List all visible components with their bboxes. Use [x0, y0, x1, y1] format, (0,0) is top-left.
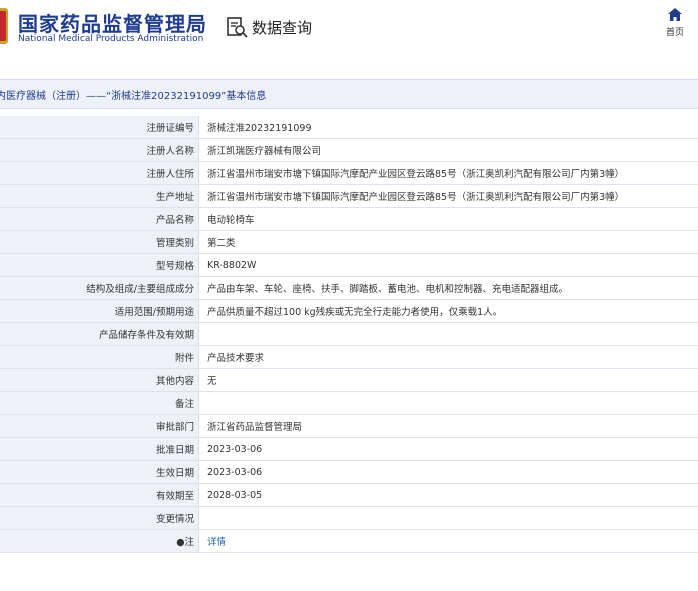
- details-link[interactable]: 详情: [207, 537, 226, 548]
- org-name-en[interactable]: National Medical Products Administration: [18, 34, 203, 44]
- field-value: 浙江省温州市瑞安市塘下镇国际汽摩配产业园区登云路85号（浙江奥凯利汽配有限公司厂…: [198, 184, 698, 208]
- device-info-table: 注册证编号 浙械注准20232191099 注册人名称 浙江凯瑞医疗器械有限公司 注册人…: [0, 116, 698, 553]
- field-label: 备注: [0, 391, 199, 415]
- table-row: ●注 详情: [0, 529, 698, 553]
- emblem-icon: [0, 8, 8, 44]
- site-header: 国家药品监督管理局 National Medical Products Admi…: [0, 0, 698, 60]
- field-label: 型号规格: [0, 253, 199, 277]
- table-row: 变更情况: [0, 506, 698, 530]
- field-value: 产品技术要求: [198, 345, 698, 369]
- table-row: 生效日期 2023-03-06: [0, 460, 698, 484]
- field-label: 变更情况: [0, 506, 199, 530]
- search-document-icon: [226, 16, 248, 38]
- home-button[interactable]: 首页: [660, 8, 690, 38]
- field-value: 无: [198, 368, 698, 392]
- table-row: 备注: [0, 391, 698, 415]
- table-row: 适用范围/预期用途 产品供质量不超过100 kg残疾或无完全行走能力者使用，仅乘载…: [0, 299, 698, 323]
- field-value: 浙械注准20232191099: [198, 116, 698, 139]
- field-label: 注册人名称: [0, 138, 199, 162]
- field-value: 浙江省药品监督管理局: [198, 414, 698, 438]
- home-icon: [660, 8, 690, 21]
- table-row: 结构及组成/主要组成成分 产品由车架、车轮、座椅、扶手、脚踏板、蓄电池、电机和控制…: [0, 276, 698, 300]
- field-value: 浙江省温州市瑞安市塘下镇国际汽摩配产业园区登云路85号（浙江奥凯利汽配有限公司厂…: [198, 161, 698, 185]
- field-label: 生产地址: [0, 184, 199, 208]
- field-label: 有效期至: [0, 483, 199, 507]
- home-label: 首页: [665, 28, 684, 38]
- table-row: 批准日期 2023-03-06: [0, 437, 698, 461]
- table-row: 注册人住所 浙江省温州市瑞安市塘下镇国际汽摩配产业园区登云路85号（浙江奥凯利汽配…: [0, 161, 698, 185]
- field-value: 2023-03-06: [198, 460, 698, 484]
- field-label: 生效日期: [0, 460, 199, 484]
- section-title: 内医疗器械（注册）——“浙械注准20232191099”基本信息: [0, 91, 267, 102]
- org-name-cn[interactable]: 国家药品监督管理局: [18, 8, 207, 37]
- field-label: 其他内容: [0, 368, 199, 392]
- field-label: 附件: [0, 345, 199, 369]
- table-row: 管理类别 第二类: [0, 230, 698, 254]
- field-value: [198, 322, 698, 346]
- table-row: 注册证编号 浙械注准20232191099: [0, 116, 698, 139]
- table-row: 生产地址 浙江省温州市瑞安市塘下镇国际汽摩配产业园区登云路85号（浙江奥凯利汽配有…: [0, 184, 698, 208]
- data-query-heading: 数据查询: [226, 14, 312, 40]
- table-row: 产品名称 电动轮椅车: [0, 207, 698, 231]
- field-value: 产品由车架、车轮、座椅、扶手、脚踏板、蓄电池、电机和控制器、充电适配器组成。: [198, 276, 698, 300]
- table-row: 审批部门 浙江省药品监督管理局: [0, 414, 698, 438]
- field-value: 第二类: [198, 230, 698, 254]
- field-label: 产品名称: [0, 207, 199, 231]
- field-label: 注册证编号: [0, 116, 199, 139]
- field-value: 2028-03-05: [198, 483, 698, 507]
- field-label: 结构及组成/主要组成成分: [0, 276, 199, 300]
- query-title: 数据查询: [252, 18, 313, 37]
- field-label: 审批部门: [0, 414, 199, 438]
- table-row: 产品储存条件及有效期: [0, 322, 698, 346]
- table-row: 附件 产品技术要求: [0, 345, 698, 369]
- field-label: 适用范围/预期用途: [0, 299, 199, 323]
- section-header: 内医疗器械（注册）——“浙械注准20232191099”基本信息: [0, 79, 698, 109]
- table-row: 有效期至 2028-03-05: [0, 483, 698, 507]
- field-value: [198, 506, 698, 530]
- field-label: 注册人住所: [0, 161, 199, 185]
- table-row: 其他内容无: [0, 368, 698, 392]
- table-row: 型号规格 KR-8802W: [0, 253, 698, 277]
- field-label: 批准日期: [0, 437, 199, 461]
- field-label: 管理类别: [0, 230, 199, 254]
- field-value: 产品供质量不超过100 kg残疾或无完全行走能力者使用，仅乘载1人。: [198, 299, 698, 323]
- field-value: [198, 391, 698, 415]
- field-value: 2023-03-06: [198, 437, 698, 461]
- table-row: 注册人名称 浙江凯瑞医疗器械有限公司: [0, 138, 698, 162]
- field-value: 浙江凯瑞医疗器械有限公司: [198, 138, 698, 162]
- note-label: ●注: [0, 529, 199, 553]
- field-value: KR-8802W: [198, 253, 698, 277]
- field-label: 产品储存条件及有效期: [0, 322, 199, 346]
- field-value: 电动轮椅车: [198, 207, 698, 231]
- note-value: 详情: [198, 529, 698, 553]
